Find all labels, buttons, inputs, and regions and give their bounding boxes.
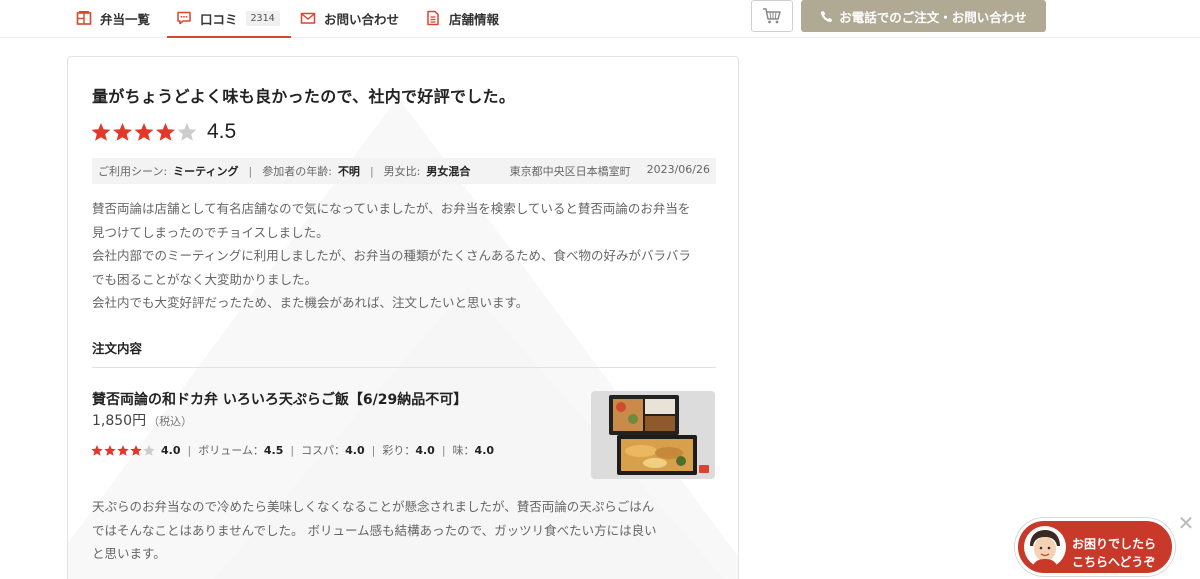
help-text: お困りでしたら こちらへどうぞ (1072, 535, 1156, 571)
phone-icon (821, 10, 833, 22)
nav-label: お問い合わせ (324, 11, 400, 27)
review-card: 量がちょうどよく味も良かったので、社内で好評でした。 4.5 ご利用シーン: ミ… (67, 56, 739, 579)
volume-label: ボリューム： (198, 444, 264, 457)
item-comment-line: ではそんなことはありませんでした。 ボリューム感も結構あったので、ガッツリ食べた… (92, 522, 657, 538)
scene-value: ミーティング (173, 165, 239, 178)
star-rating-icon (91, 123, 197, 141)
age-label: 参加者の年齢: (262, 165, 332, 178)
price-value: 1,850円 (92, 413, 147, 429)
close-icon[interactable]: ✕ (1175, 512, 1197, 534)
review-body-line: 会社内部でのミーティングに利用しましたが、お弁当の種類がたくさんあるため、食べ物… (92, 248, 691, 263)
bento-icon (76, 11, 92, 25)
tax-note: （税込） (148, 415, 193, 428)
color-value: 4.0 (415, 443, 435, 457)
review-count-badge: 2314 (245, 10, 280, 26)
nav-item-bento-list[interactable]: 弁当一覧 (76, 0, 150, 36)
item-comment-line: 天ぷらのお弁当なので冷めたら美味しくなくなることが懸念されましたが、賛否両論の天… (92, 499, 655, 514)
review-rating: 4.5 (91, 119, 236, 145)
age-value: 不明 (337, 165, 360, 178)
help-line-1: お困りでしたら (1072, 537, 1157, 551)
taste-label: 味： (452, 444, 475, 457)
help-line-2: こちらへどうぞ (1072, 555, 1156, 569)
review-title: 量がちょうどよく味も良かったので、社内で好評でした。 (92, 87, 516, 106)
mail-icon (300, 12, 316, 24)
bento-photo[interactable] (591, 391, 715, 479)
nav-item-reviews[interactable]: 口コミ 2314 (167, 0, 291, 38)
cart-button[interactable] (751, 0, 793, 32)
review-body-line: 会社内でも大変好評だったため、また機会があれば、注文したいと思います。 (92, 295, 529, 310)
chat-icon (177, 11, 191, 25)
cart-icon (763, 8, 781, 24)
top-navigation: 弁当一覧 口コミ 2314 お問い合わせ 店舗情報 お電話でのご注文・お問い合わ… (0, 0, 1200, 38)
item-comment-line: と思います。 (92, 546, 166, 561)
phone-order-label: お電話でのご注文・お問い合わせ (839, 9, 1027, 25)
item-rating-value: 4.0 (161, 443, 181, 457)
nav-label: 店舗情報 (449, 11, 500, 27)
review-body-line: 賛否両論は店舗として有名店舗なので気になっていましたが、お弁当を検索していると賛… (92, 201, 691, 216)
cospa-value: 4.0 (345, 443, 365, 457)
nav-item-store-info[interactable]: 店舗情報 (425, 0, 499, 36)
ordered-item-price: 1,850円 （税込） (92, 410, 192, 430)
review-body-line: 見つけてしまったのでチョイスしました。 (92, 224, 329, 240)
volume-value: 4.5 (263, 443, 284, 457)
document-icon (427, 10, 439, 26)
item-rating-breakdown: 4.0 | ボリューム： 4.5 | コスパ： 4.0 | 彩り： 4.0 | 味： 4… (91, 442, 494, 458)
bento-image (591, 391, 715, 479)
rating-value: 4.5 (207, 120, 237, 143)
nav-label: 弁当一覧 (100, 11, 151, 27)
divider (92, 367, 716, 368)
ordered-item-name[interactable]: 賛否両論の和ドカ弁 いろいろ天ぷらご飯【6/29納品不可】 (92, 389, 467, 409)
review-date: 2023/06/26 (646, 163, 710, 176)
review-body-line: でも困ることがなく大変助かりました。 (92, 271, 318, 287)
help-button[interactable]: お困りでしたら こちらへどうぞ (1015, 518, 1175, 576)
gender-label: 男女比: (383, 165, 421, 178)
order-heading: 注文内容 (92, 341, 143, 356)
review-meta-bar: ご利用シーン: ミーティング | 参加者の年齢: 不明 | 男女比: 男女混合 … (92, 158, 716, 184)
gender-value: 男女混合 (426, 165, 471, 178)
taste-value: 4.0 (474, 443, 495, 457)
item-comment: 天ぷらのお弁当なので冷めたら美味しくなくなることが懸念されましたが、賛否両論の天… (92, 495, 720, 566)
support-person-icon (1024, 526, 1066, 568)
review-body: 賛否両論は店舗として有名店舗なので気になっていましたが、お弁当を検索していると賛… (92, 197, 720, 315)
phone-order-button[interactable]: お電話でのご注文・お問い合わせ (801, 0, 1046, 32)
review-location: 東京都中央区日本橋室町 (509, 165, 631, 178)
cospa-label: コスパ： (301, 444, 346, 457)
nav-label: 口コミ (200, 11, 238, 27)
scene-label: ご利用シーン: (98, 165, 168, 178)
star-rating-icon (91, 444, 155, 456)
help-widget: お困りでしたら こちらへどうぞ ✕ (1015, 512, 1200, 579)
color-label: 彩り： (382, 444, 416, 457)
nav-item-contact[interactable]: お問い合わせ (300, 0, 399, 36)
